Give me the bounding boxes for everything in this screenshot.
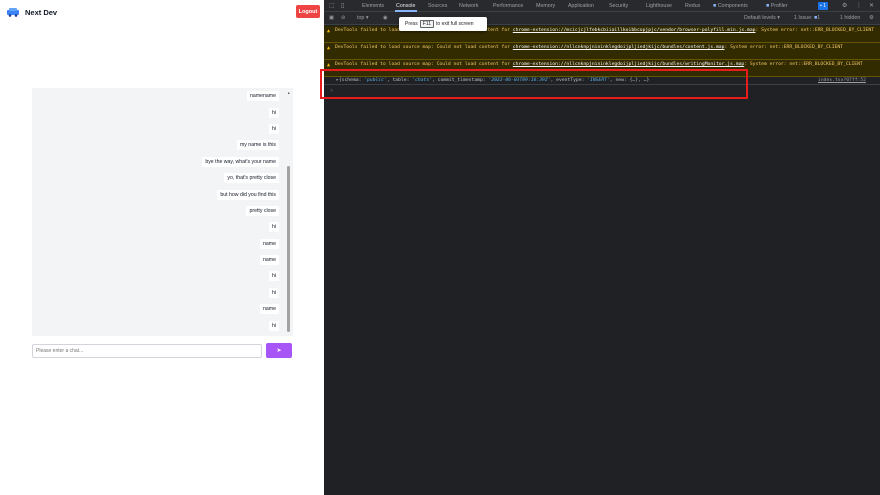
issues-link[interactable]: 1 Issue: ■1 [794, 15, 820, 21]
send-button[interactable]: ➤ [266, 343, 292, 358]
logout-button[interactable]: Logout [296, 5, 320, 18]
device-toolbar-icon[interactable]: ▯ [341, 2, 344, 9]
devtools-tabbar: ⬚ ▯ Elements Console Sources Network Per… [324, 0, 880, 12]
console-settings-icon[interactable]: ⚙ [869, 15, 874, 21]
chat-message-text: bye the way, what's your name [202, 156, 279, 167]
screen: Next Dev Logout namename hi hi my name is t… [0, 0, 880, 495]
more-options-icon[interactable]: ⋮ [856, 2, 862, 9]
tab-memory[interactable]: Memory [536, 3, 555, 9]
warning-icon: ▲ [327, 28, 331, 34]
paper-plane-icon: ➤ [276, 348, 282, 354]
chat-message: name [39, 252, 279, 268]
context-label: top [357, 15, 365, 21]
tab-network[interactable]: Network [459, 3, 478, 9]
message-list: namename hi hi my name is this bye the way, … [39, 88, 279, 334]
chat-message: hi [39, 121, 279, 137]
chat-window[interactable]: namename hi hi my name is this bye the way, … [32, 88, 293, 336]
warning-suffix: : System error: net::ERR_BLOCKED_BY_CLIE… [744, 62, 863, 67]
tab-security[interactable]: Security [609, 3, 628, 9]
tooltip-text: Press [405, 21, 418, 27]
tab-performance[interactable]: Performance [493, 3, 523, 9]
tab-redux[interactable]: Redux [685, 3, 700, 9]
chat-message: name [39, 301, 279, 317]
clear-console-icon[interactable]: ⊘ [341, 15, 345, 21]
tooltip-key: F11 [419, 20, 435, 28]
tab-elements[interactable]: Elements [362, 3, 384, 9]
react-icon: ■ [713, 3, 717, 9]
scrollbar-thumb[interactable] [287, 166, 290, 332]
chat-message-text: my name is this [236, 140, 279, 151]
warning-link[interactable]: chrome-extension://nllcnknpjnininklegdoi… [513, 62, 744, 67]
tab-console[interactable]: Console [396, 3, 415, 9]
warning-link[interactable]: chrome-extension://mcicjcjlfebkcbiiaillk… [513, 28, 756, 33]
car-logo-icon [7, 8, 19, 17]
warning-icon: ▲ [327, 45, 331, 51]
chat-message-text: hi [268, 123, 279, 134]
chat-message-text: but how did you find this [217, 189, 279, 200]
warning-suffix: : System error: net::ERR_BLOCKED_BY_CLIE… [755, 28, 875, 33]
chat-app: Next Dev Logout namename hi hi my name is t… [0, 0, 324, 495]
chat-message: hi [39, 268, 279, 284]
chat-message-text: hi [268, 107, 279, 118]
react-icon: ■ [766, 3, 770, 9]
tooltip-text: to exit full screen [436, 21, 474, 27]
chat-message-text: name [260, 304, 279, 315]
warning-link[interactable]: chrome-extension://nllcnknpjnininklegdoi… [513, 45, 725, 50]
highlight-box [320, 69, 748, 99]
hidden-count: 1 hidden [840, 15, 861, 21]
console-warning: ▲ DevTools failed to load source map: Co… [324, 43, 880, 60]
scroll-up-icon[interactable]: ▲ [287, 91, 290, 95]
close-icon[interactable]: ✕ [869, 2, 874, 9]
chat-message-text: hi [268, 287, 279, 298]
chat-message: yo, that's pretty close [39, 170, 279, 186]
chat-message: but how did you find this [39, 186, 279, 202]
chat-message: my name is this [39, 137, 279, 153]
chat-input[interactable] [32, 344, 262, 358]
warning-text: DevTools failed to load source map: Coul… [335, 62, 513, 67]
gear-icon[interactable]: ⚙ [842, 2, 847, 9]
issues-badge-count: 1 [823, 3, 826, 9]
tab-profiler[interactable]: ■ Profiler [766, 3, 787, 9]
brand-title: Next Dev [25, 8, 58, 17]
tab-lighthouse[interactable]: Lighthouse [646, 3, 672, 9]
default-levels-dropdown[interactable]: Default levels ▾ [744, 15, 780, 21]
context-selector[interactable]: top ▾ [357, 15, 369, 21]
chat-message-text: hi [268, 271, 279, 282]
chat-message-text: yo, that's pretty close [224, 173, 279, 184]
tab-profiler-label: Profiler [770, 3, 788, 9]
scrollbar[interactable]: ▲ [286, 88, 291, 336]
tab-sources[interactable]: Sources [428, 3, 447, 9]
chat-message: hi [39, 285, 279, 301]
tab-components[interactable]: ■ Components [713, 3, 748, 9]
tab-components-label: Components [717, 3, 748, 9]
issues-count: 1 [817, 15, 821, 21]
inspect-element-icon[interactable]: ⬚ [329, 2, 335, 9]
warning-icon: ▲ [327, 62, 331, 68]
chat-message-text: name [260, 238, 279, 249]
tab-application[interactable]: Application [568, 3, 594, 9]
warning-text: DevTools failed to load source map: Coul… [335, 45, 513, 50]
chat-message: hi [39, 317, 279, 333]
issues-badge[interactable]: ▪ 1 [818, 2, 828, 10]
fullscreen-tooltip: Press F11 to exit full screen [399, 17, 487, 31]
log-source-link[interactable]: index.tsx?07ff:52 [818, 78, 866, 83]
sidebar-toggle-icon[interactable]: ▣ [329, 15, 334, 21]
chat-message-text: hi [268, 320, 279, 331]
warning-suffix: : System error: net::ERR_BLOCKED_BY_CLIE… [724, 45, 843, 50]
chat-message: pretty close [39, 203, 279, 219]
chat-message-text: hi [268, 222, 279, 233]
default-levels-label: Default levels [744, 15, 776, 21]
chat-message: hi [39, 104, 279, 120]
eye-icon[interactable]: ◉ [383, 15, 388, 21]
chat-message: hi [39, 219, 279, 235]
chat-message-text: pretty close [246, 205, 279, 216]
chat-message: bye the way, what's your name [39, 154, 279, 170]
issues-label: 1 Issue: [794, 15, 813, 21]
chat-message-text: name [260, 255, 279, 266]
chat-message: name [39, 236, 279, 252]
chat-message: namename [39, 88, 279, 104]
chat-message-text: namename [247, 91, 279, 102]
